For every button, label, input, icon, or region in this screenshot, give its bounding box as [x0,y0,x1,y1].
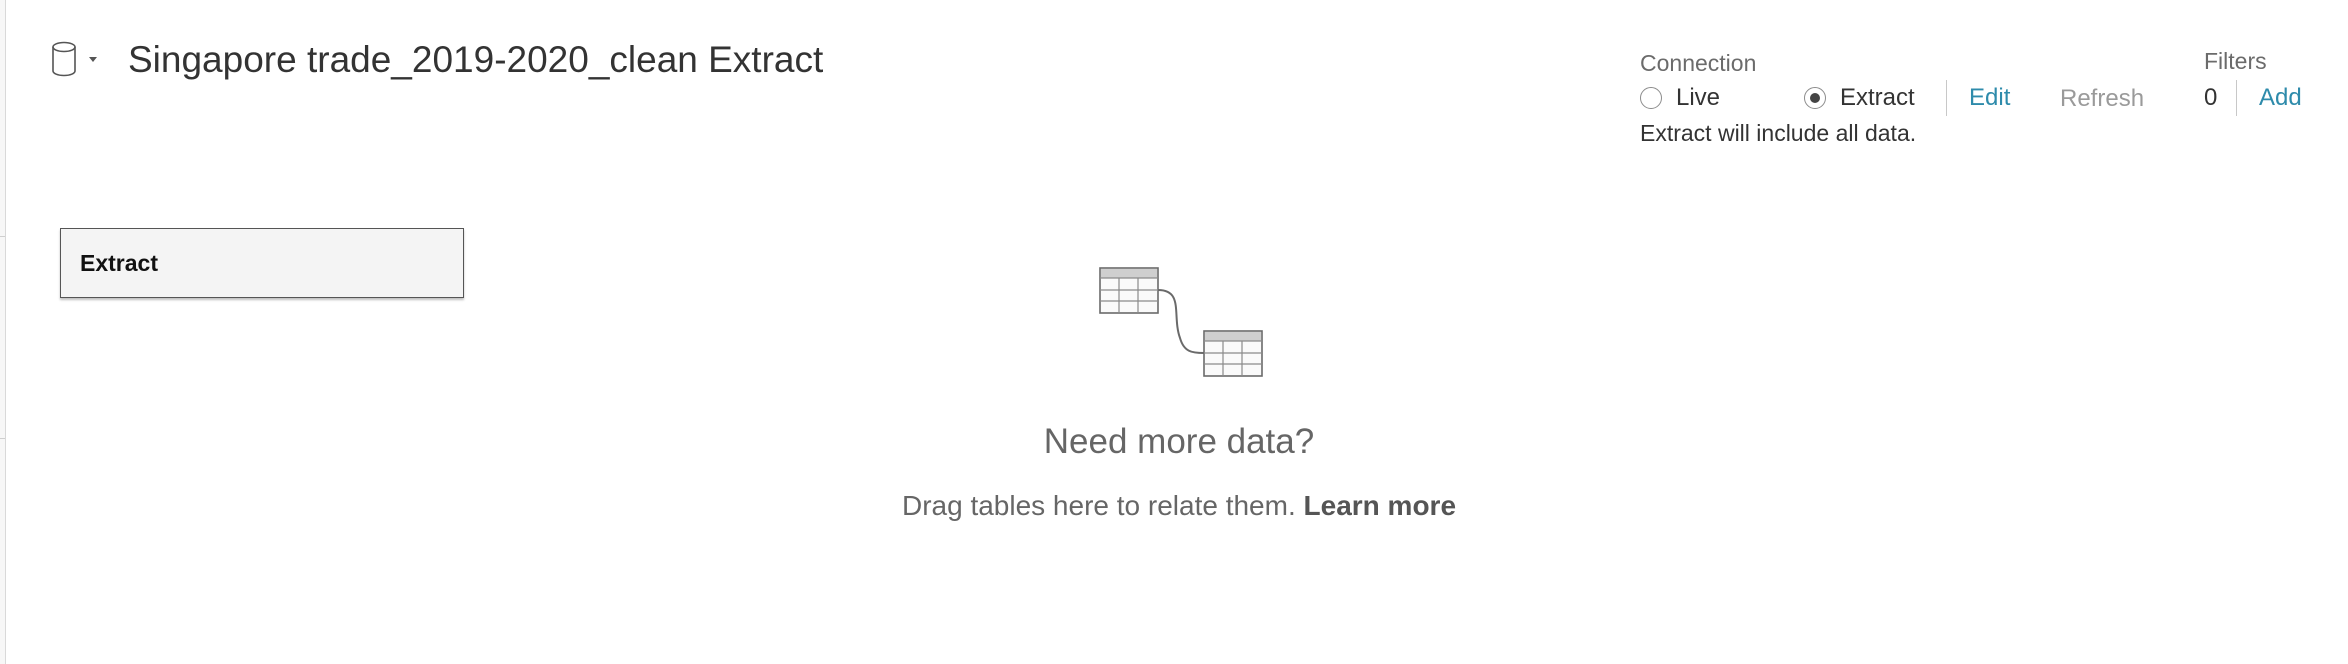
database-icon [52,41,97,77]
pane-divider [0,236,5,237]
left-pane-edge[interactable] [0,0,6,664]
edit-extract-link[interactable]: Edit [1969,84,2010,112]
table-name: Extract [80,250,158,276]
datasource-title[interactable]: Singapore trade_2019-2020_clean Extract [128,36,823,84]
empty-state-hint: Drag tables here to relate them. Learn m… [0,490,2348,522]
divider [1946,80,1947,116]
live-label: Live [1676,84,1721,111]
learn-more-link[interactable]: Learn more [1304,490,1457,521]
related-tables-icon [1099,267,1263,377]
hint-text: Drag tables here to relate them. [901,490,1296,521]
connection-label: Connection [1640,50,1757,76]
live-radio[interactable]: Live [1640,82,1720,114]
caret-down-icon [89,57,97,62]
filters-count: 0 [2204,84,2218,111]
radio-unchecked-icon [1640,87,1662,109]
datasource-menu-button[interactable] [50,40,104,78]
refresh-link[interactable]: Refresh [2060,85,2144,113]
extract-label: Extract [1840,84,1915,111]
add-filter-link[interactable]: Add [2259,84,2302,112]
filters-label: Filters [2204,48,2267,74]
empty-state-title: Need more data? [1043,422,1315,461]
extract-note: Extract will include all data. [1640,120,1917,146]
extract-radio[interactable]: Extract [1804,82,1915,114]
extract-table-card[interactable]: Extract [60,228,464,298]
divider [2236,80,2237,116]
radio-checked-icon [1804,87,1826,109]
